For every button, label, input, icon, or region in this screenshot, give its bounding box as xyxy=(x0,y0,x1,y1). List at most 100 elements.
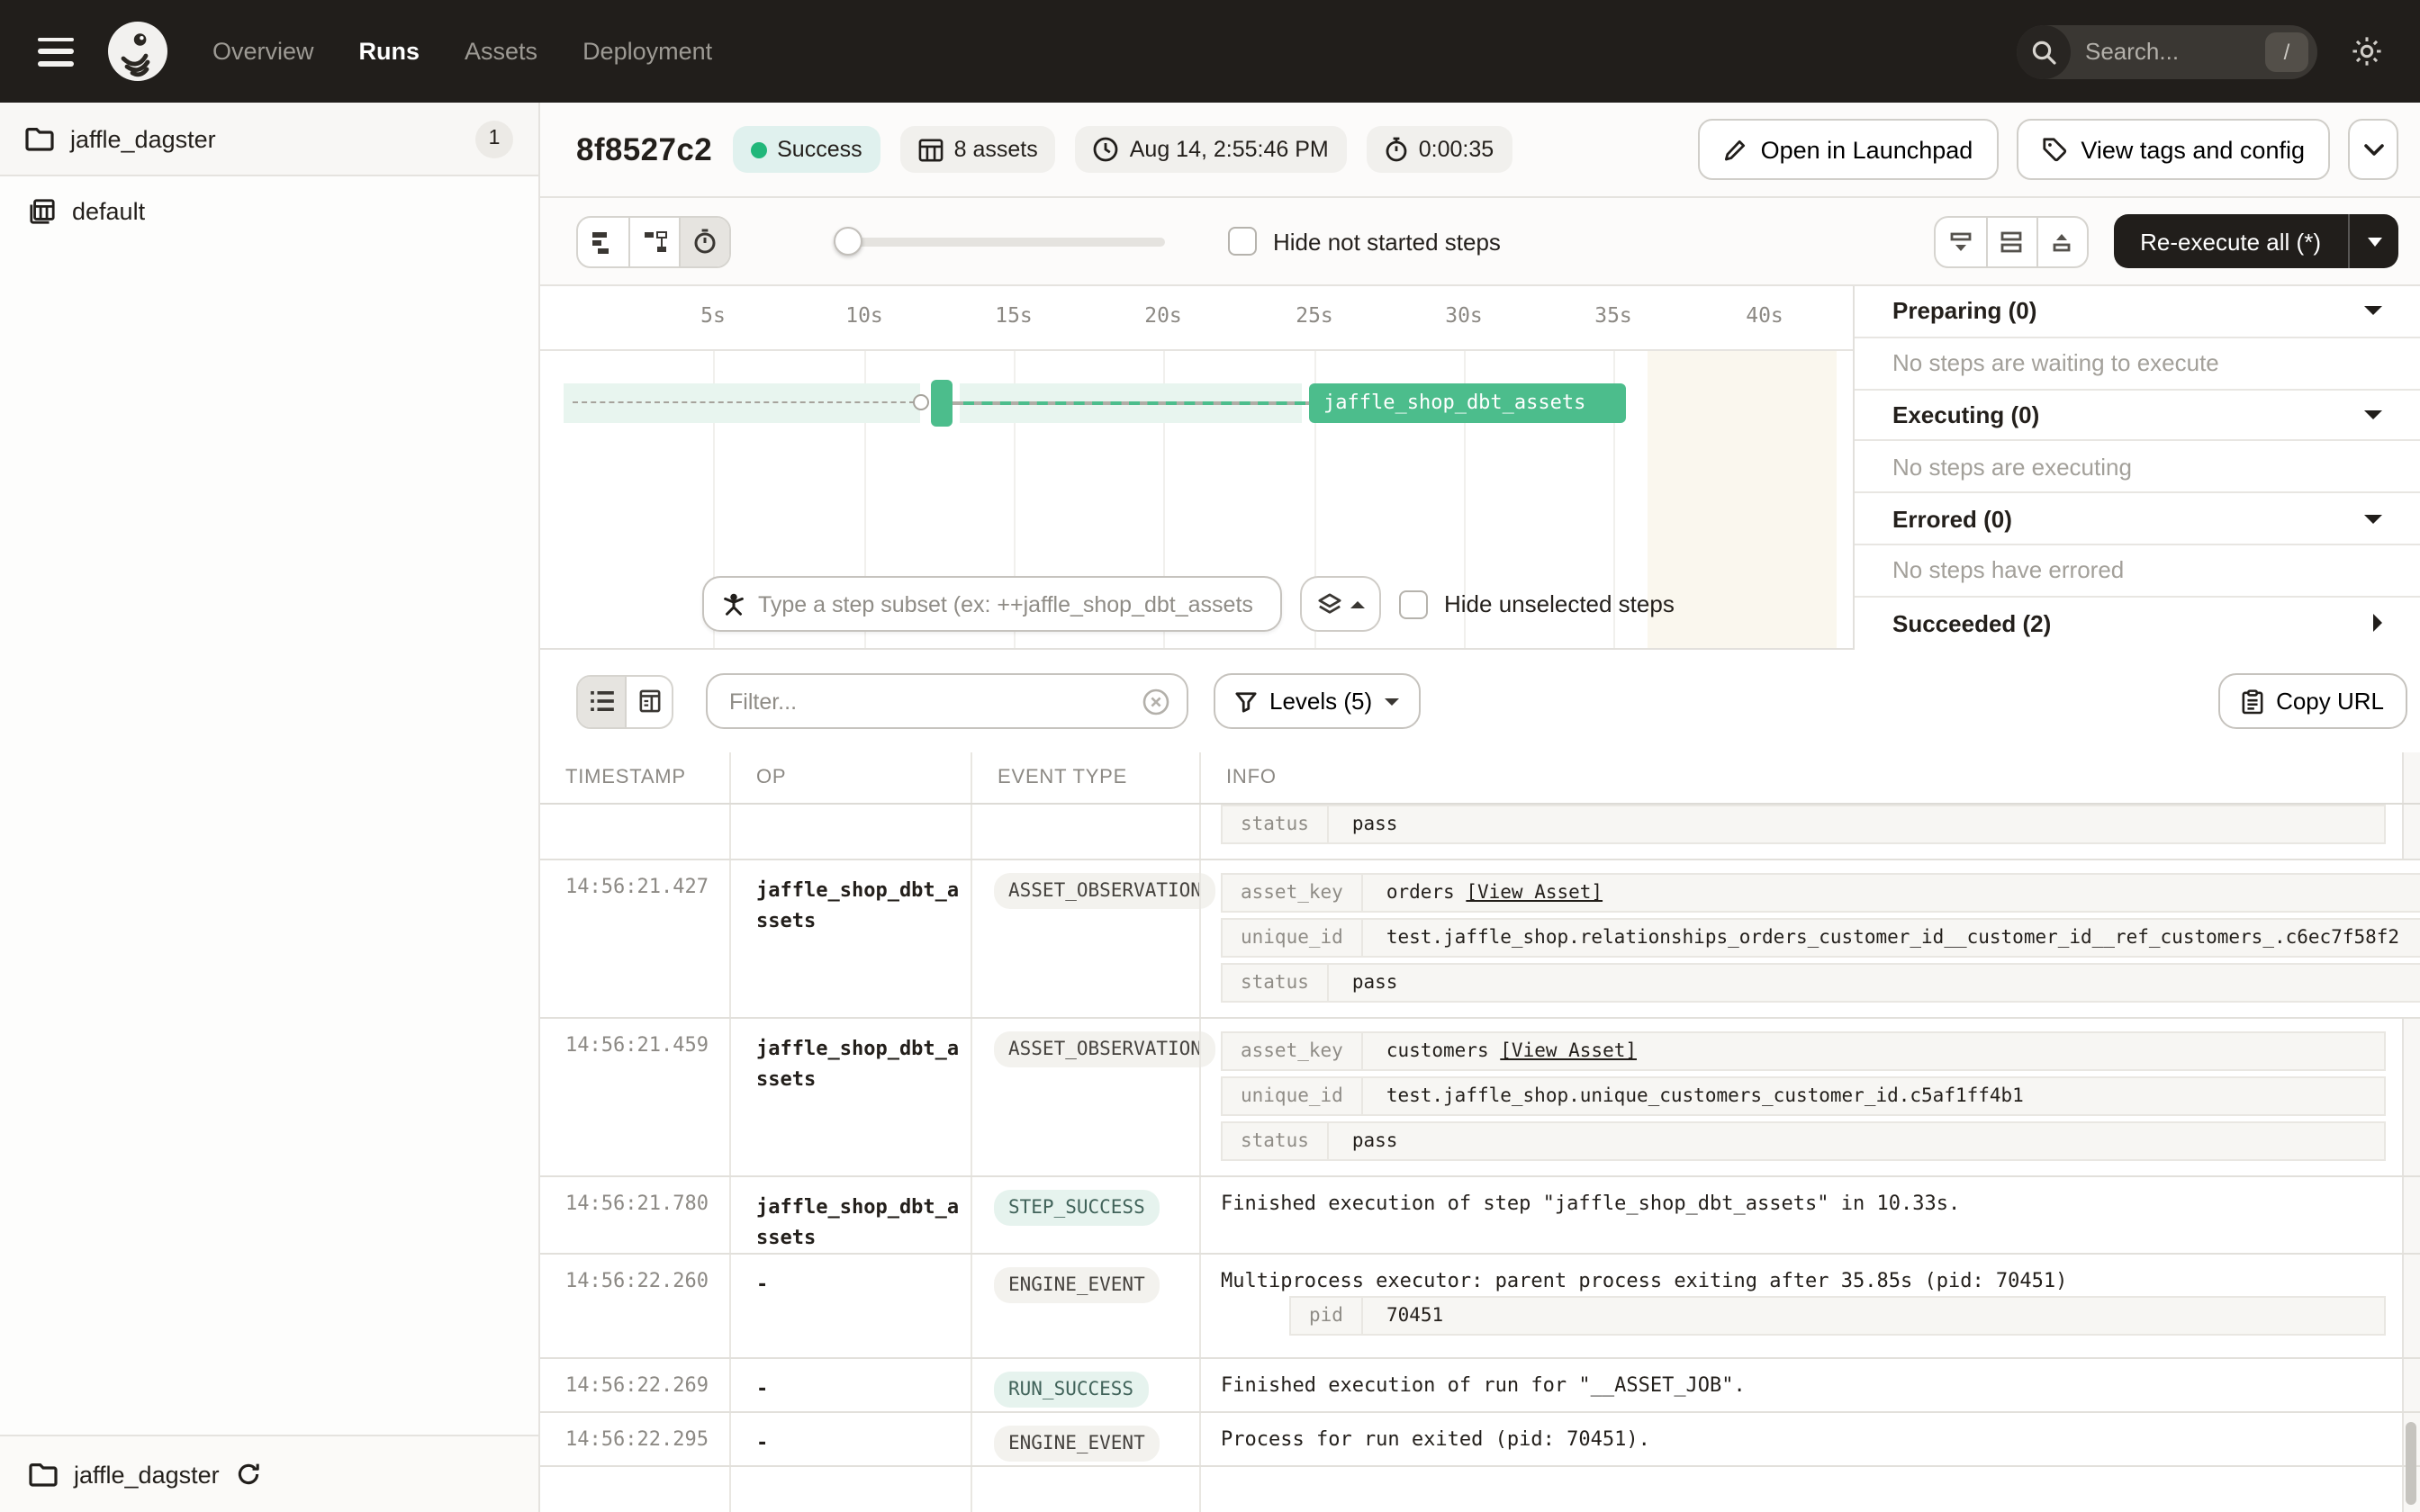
view-asset-link[interactable]: [View Asset] xyxy=(1466,882,1603,904)
event-type-tag: ENGINE_EVENT xyxy=(994,1267,1160,1303)
step-status-panel: Preparing (0) No steps are waiting to ex… xyxy=(1853,286,2420,650)
status-badge: Success xyxy=(732,126,880,173)
scrollbar-track[interactable] xyxy=(2402,1019,2420,1175)
panel-section-preparing[interactable]: Preparing (0) xyxy=(1855,286,2420,338)
table-view-button[interactable] xyxy=(578,676,625,726)
dagster-app: Overview Runs Assets Deployment / jaffle… xyxy=(0,0,2420,1512)
axis-tick: 15s xyxy=(995,302,1033,328)
nav-link-runs[interactable]: Runs xyxy=(359,38,420,65)
graph-query-toggle-button[interactable] xyxy=(1300,576,1381,632)
scrollbar-track[interactable] xyxy=(2402,752,2420,803)
scrollbar-track[interactable] xyxy=(2402,1177,2420,1253)
slider-thumb[interactable] xyxy=(834,227,862,256)
caret-right-icon xyxy=(2373,614,2382,633)
axis-tick: 30s xyxy=(1445,302,1483,328)
log-row[interactable]: 14:56:22.260 - ENGINE_EVENT Multiprocess… xyxy=(540,1255,2420,1359)
count-badge: 1 xyxy=(475,120,513,158)
checkbox[interactable] xyxy=(1228,227,1257,256)
run-more-actions-button[interactable] xyxy=(2348,119,2398,180)
scrollbar-thumb[interactable] xyxy=(2406,1422,2416,1505)
panel-section-executing[interactable]: Executing (0) xyxy=(1855,390,2420,442)
sidebar-item-default[interactable]: default xyxy=(0,176,538,247)
kv-row: asset_key orders [View Asset] xyxy=(1221,873,2420,913)
search-input[interactable] xyxy=(2071,38,2265,65)
view-tags-config-button[interactable]: View tags and config xyxy=(2016,119,2330,180)
sidebar-item-jaffle-dagster[interactable]: jaffle_dagster 1 xyxy=(0,103,538,176)
log-filter-input[interactable] xyxy=(729,688,1142,714)
panel-section-succeeded[interactable]: Succeeded (2) xyxy=(1855,598,2420,650)
run-id: 8f8527c2 xyxy=(576,130,713,166)
dependency-green-dashed-line xyxy=(963,400,1305,404)
raw-view-button[interactable] xyxy=(625,676,672,726)
reexecute-split-button: Re-execute all (*) xyxy=(2113,214,2398,268)
nav-link-assets[interactable]: Assets xyxy=(465,38,537,65)
global-search[interactable]: / xyxy=(2017,24,2317,78)
event-type-tag: ASSET_OBSERVATION xyxy=(994,873,1216,909)
hide-unselected-checkbox-row[interactable]: Hide unselected steps xyxy=(1399,590,1675,618)
hamburger-menu-icon[interactable] xyxy=(38,37,74,66)
step-bar-jaffle-shop-dbt-assets[interactable]: jaffle_shop_dbt_assets xyxy=(1309,383,1626,423)
checkbox[interactable] xyxy=(1399,590,1428,618)
refresh-icon[interactable] xyxy=(236,1462,261,1487)
nav-link-overview[interactable]: Overview xyxy=(212,38,314,65)
log-row[interactable]: status pass xyxy=(540,805,2420,860)
log-table-filler xyxy=(540,1422,2420,1512)
main-content: 8f8527c2 Success 8 assets Aug 14, 2:55:4… xyxy=(540,103,2420,1512)
settings-gear-icon[interactable] xyxy=(2350,34,2384,68)
clear-filter-icon[interactable] xyxy=(1142,687,1170,716)
sidebar: jaffle_dagster 1 default jaffle_dagster xyxy=(0,103,540,1512)
log-table-header: TIMESTAMP OP EVENT TYPE INFO xyxy=(540,752,2420,805)
sidebar-footer: jaffle_dagster xyxy=(0,1435,538,1512)
scrollbar-track[interactable] xyxy=(2402,1422,2420,1512)
open-in-launchpad-button[interactable]: Open in Launchpad xyxy=(1697,119,1999,180)
kv-row: unique_id test.jaffle_shop.relationships_… xyxy=(1221,918,2420,958)
folder-icon xyxy=(25,126,54,151)
log-table: TIMESTAMP OP EVENT TYPE INFO status pass … xyxy=(540,752,2420,1512)
dependency-node xyxy=(913,394,929,410)
log-row[interactable]: 14:56:22.269 - RUN_SUCCESS Finished exec… xyxy=(540,1359,2420,1413)
caret-down-icon xyxy=(2364,514,2382,524)
folder-icon xyxy=(29,1462,58,1487)
hide-not-started-checkbox-row[interactable]: Hide not started steps xyxy=(1228,227,1501,256)
waterfall-view-button[interactable] xyxy=(628,217,679,266)
scrollbar-track[interactable] xyxy=(2402,1359,2420,1411)
axis-tick: 40s xyxy=(1746,302,1783,328)
log-row[interactable]: 14:56:21.459 jaffle_shop_dbt_assets ASSE… xyxy=(540,1019,2420,1177)
panel-section-errored[interactable]: Errored (0) xyxy=(1855,493,2420,545)
log-view-toggle xyxy=(576,674,673,728)
success-dot-icon xyxy=(750,141,767,158)
flat-view-button[interactable] xyxy=(578,217,628,266)
log-row[interactable]: 14:56:22.295 - ENGINE_EVENT Process for … xyxy=(540,1413,2420,1467)
timed-view-button[interactable] xyxy=(679,217,729,266)
expand-rows-button[interactable] xyxy=(2036,217,2086,266)
run-header: 8f8527c2 Success 8 assets Aug 14, 2:55:4… xyxy=(540,103,2420,198)
levels-filter-button[interactable]: Levels (5) xyxy=(1214,673,1422,729)
gantt-zoom-slider[interactable] xyxy=(834,227,1165,256)
chevron-down-icon xyxy=(2367,237,2381,246)
scrollbar-track[interactable] xyxy=(2402,1255,2420,1357)
start-time-chip: Aug 14, 2:55:46 PM xyxy=(1075,126,1347,173)
sidebar-item-label: default xyxy=(72,198,146,225)
log-row[interactable]: 14:56:21.780 jaffle_shop_dbt_assets STEP… xyxy=(540,1177,2420,1255)
expanded-rows-button[interactable] xyxy=(1985,217,2036,266)
view-asset-link[interactable]: [View Asset] xyxy=(1500,1040,1637,1062)
scrollbar-track[interactable] xyxy=(2402,805,2420,859)
reexecute-all-button[interactable]: Re-execute all (*) xyxy=(2113,214,2348,268)
reexecute-dropdown-button[interactable] xyxy=(2348,214,2398,268)
step-subset-input[interactable] xyxy=(758,591,1266,616)
gantt-toolbar: Hide not started steps Re-execute all (*… xyxy=(540,198,2420,286)
nav-link-deployment[interactable]: Deployment xyxy=(582,38,712,65)
log-toolbar: Levels (5) Copy URL xyxy=(540,650,2420,752)
collapse-rows-button[interactable] xyxy=(1935,217,1985,266)
copy-url-button[interactable]: Copy URL xyxy=(2218,673,2407,729)
caret-up-icon xyxy=(1350,600,1364,608)
step-bar-small[interactable] xyxy=(931,380,953,427)
col-header-event-type: EVENT TYPE xyxy=(971,752,1199,803)
run-actions: Open in Launchpad View tags and config xyxy=(1697,119,2420,180)
nav-links: Overview Runs Assets Deployment xyxy=(212,38,712,65)
assets-chip[interactable]: 8 assets xyxy=(899,126,1056,173)
gantt-toolbar-right: Re-execute all (*) xyxy=(1933,214,2398,268)
row-expand-toggle xyxy=(1933,215,2089,267)
log-row[interactable]: 14:56:21.427 jaffle_shop_dbt_assets ASSE… xyxy=(540,860,2420,1019)
dagster-logo[interactable] xyxy=(108,22,167,81)
